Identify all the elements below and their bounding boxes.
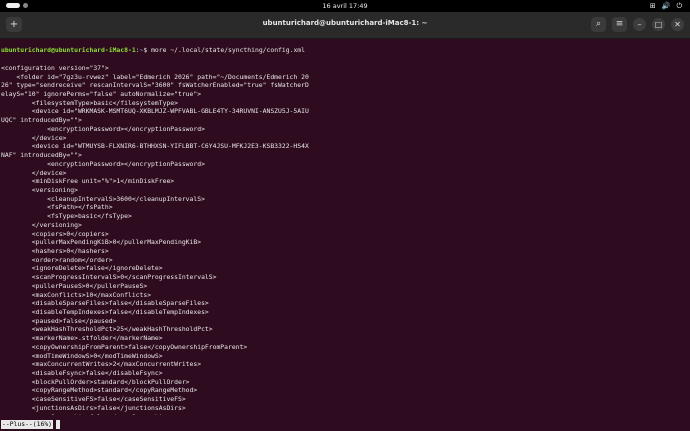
terminal-line: NAF" introducedBy=""> xyxy=(1,151,82,160)
volume-icon[interactable]: 🔊 xyxy=(662,2,671,11)
window-title: ubunturichard@ubunturichard-iMac8-1: ~ xyxy=(262,19,428,27)
terminal-line: <minDiskFree unit="%">1</minDiskFree> xyxy=(1,177,175,186)
terminal-line: <encryptionPassword></encryptionPassword… xyxy=(1,159,205,168)
terminal-line: <cleanupIntervalS>3600</cleanupIntervalS… xyxy=(1,194,205,203)
terminal-line: <configuration version="37"> xyxy=(1,63,109,72)
power-icon[interactable]: ⏻ xyxy=(676,2,682,11)
terminal-line: elayS="10" ignorePerms="false" autoNorma… xyxy=(1,90,202,99)
terminal-line: <markerName>.stfolder</markerName> xyxy=(1,334,163,343)
system-top-bar: 16 avril 17:49 ⊞ 🔊 ⏻ xyxy=(0,0,690,12)
terminal-line: <versioning> xyxy=(1,185,78,194)
terminal-line: </device> xyxy=(1,168,67,177)
terminal-line: <copyOwnershipFromParent>false</copyOwne… xyxy=(1,342,248,351)
terminal-line: <disableFsync>false</disableFsync> xyxy=(1,369,163,378)
terminal-line: <caseSensitiveFS>false</caseSensitiveFS> xyxy=(1,395,186,404)
text-cursor xyxy=(56,420,60,429)
prompt-user: ubunturichard@ubunturichard-iMac8-1 xyxy=(1,46,136,55)
terminal-line: <maxConflicts>10</maxConflicts> xyxy=(1,290,152,299)
terminal-output[interactable]: ubunturichard@ubunturichard-iMac8-1:~$ m… xyxy=(1,29,687,415)
terminal-line: <copyRangeMethod>standard</copyRangeMeth… xyxy=(1,386,198,395)
terminal-line: <modTimeWindowS>0</modTimeWindowS> xyxy=(1,351,163,360)
terminal-line: <junctionsAsDirs>false</junctionsAsDirs> xyxy=(1,403,186,412)
terminal-line: 26" type="sendreceive" rescanIntervalS="… xyxy=(1,81,309,90)
clock[interactable]: 16 avril 17:49 xyxy=(0,2,690,10)
terminal-line: <weakHashThresholdPct>25</weakHashThresh… xyxy=(1,325,213,334)
terminal-line: </versioning> xyxy=(1,220,82,229)
terminal-line: <fsType>basic</fsType> xyxy=(1,212,132,221)
system-tray[interactable]: ⊞ 🔊 ⏻ xyxy=(650,2,682,11)
terminal-line: UQC" introducedBy=""> xyxy=(1,116,82,125)
terminal-line: <device id="WRKMASK-MSMT6UQ-XKBLMJZ-WPFV… xyxy=(1,107,309,116)
terminal-line: <device id="WTMUYSB-FLXNIR6-BTHHXSN-YIFL… xyxy=(1,142,309,151)
pager-status: --Plus--(16%) xyxy=(1,420,54,429)
terminal-line: <pullerMaxPendingKiB>0</pullerMaxPending… xyxy=(1,238,202,247)
terminal-line: <disableSparseFiles>false</disableSparse… xyxy=(1,299,209,308)
terminal-line: <paused>false</paused> xyxy=(1,316,117,325)
prompt-command: $ more ~/.local/state/syncthing/config.x… xyxy=(143,46,305,55)
terminal-line: <order>random</order> xyxy=(1,255,113,264)
terminal-line: <disableTempIndexes>false</disableTempIn… xyxy=(1,308,209,316)
terminal-line: <pullerPauseS>0</pullerPauseS> xyxy=(1,281,148,290)
terminal-line: <blockPullOrder>standard</blockPullOrder… xyxy=(1,377,190,386)
terminal-line: <ignoreDelete>false</ignoreDelete> xyxy=(1,264,163,273)
terminal-line: <encryptionPassword></encryptionPassword… xyxy=(1,124,205,133)
terminal-line: <maxConcurrentWrites>2</maxConcurrentWri… xyxy=(1,360,202,369)
terminal-line: </device> xyxy=(1,133,67,142)
terminal-line: <fsPath></fsPath> xyxy=(1,203,113,212)
terminal-line: <hashers>0</hashers> xyxy=(1,246,109,255)
terminal-line: <copiers>0</copiers> xyxy=(1,229,109,238)
terminal-line: <syncOwnership>false</syncOwnership> xyxy=(1,413,687,415)
terminal-line: <filesystemType>basic</filesystemType> xyxy=(1,98,178,107)
network-icon[interactable]: ⊞ xyxy=(650,2,656,11)
prompt-line: ubunturichard@ubunturichard-iMac8-1:~$ m… xyxy=(1,46,687,55)
terminal-line: <folder id="7gz3u-rvwez" label="Edmerich… xyxy=(1,72,309,81)
terminal-line: <scanProgressIntervalS>0</scanProgressIn… xyxy=(1,273,217,282)
